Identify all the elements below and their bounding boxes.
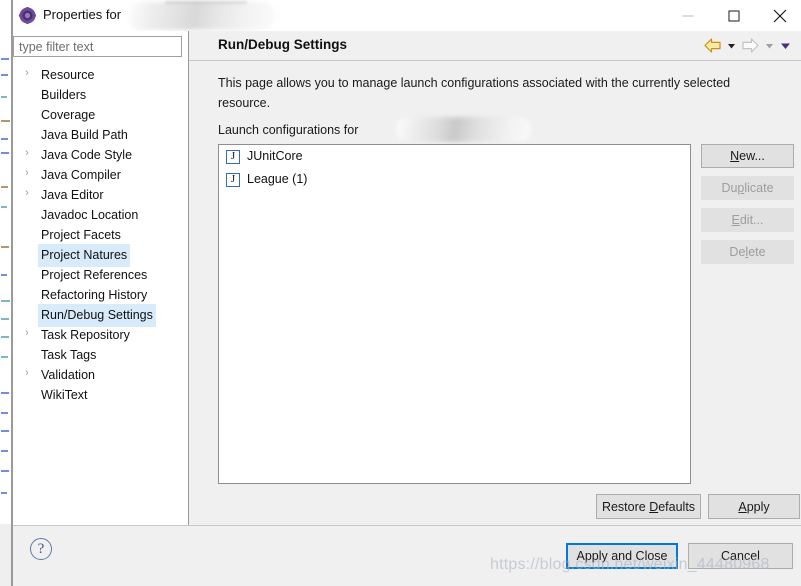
duplicate-button[interactable]: Duplicate bbox=[701, 176, 794, 200]
tree-item-refactoring-history[interactable]: Refactoring History bbox=[13, 284, 188, 304]
title-bar: Properties for bbox=[13, 0, 801, 31]
back-menu-chevron-down-icon[interactable] bbox=[725, 37, 738, 54]
java-launch-config-icon bbox=[226, 149, 240, 164]
tree-item-resource[interactable]: › Resource bbox=[13, 64, 188, 84]
tree-item-validation[interactable]: › Validation bbox=[13, 364, 188, 384]
page-header: Run/Debug Settings bbox=[189, 31, 801, 61]
apply-and-close-button[interactable]: Apply and Close bbox=[566, 543, 678, 569]
window-title: Properties for bbox=[43, 7, 122, 22]
forward-menu-chevron-down-icon bbox=[763, 37, 776, 54]
tree-item-wikitext[interactable]: WikiText bbox=[13, 384, 188, 404]
close-button[interactable] bbox=[757, 0, 801, 31]
list-item[interactable]: JUnitCore bbox=[219, 145, 690, 168]
page-navigation-group bbox=[703, 36, 792, 55]
new-button[interactable]: New... bbox=[701, 144, 794, 168]
launch-configurations-label: Launch configurations for bbox=[218, 123, 359, 137]
window-title-redacted-project-name bbox=[127, 2, 275, 30]
cancel-button[interactable]: Cancel bbox=[688, 543, 793, 569]
tree-item-builders[interactable]: Builders bbox=[13, 84, 188, 104]
edit-button[interactable]: Edit... bbox=[701, 208, 794, 232]
restore-defaults-button[interactable]: Restore Defaults bbox=[596, 494, 701, 519]
settings-sidebar: › Resource Builders Coverage Java Build … bbox=[13, 31, 189, 525]
tree-item-javadoc-location[interactable]: Javadoc Location bbox=[13, 204, 188, 224]
chevron-right-icon[interactable]: › bbox=[22, 164, 32, 184]
tree-item-java-build-path[interactable]: Java Build Path bbox=[13, 124, 188, 144]
chevron-right-icon[interactable]: › bbox=[22, 184, 32, 204]
tree-item-label: WikiText bbox=[41, 388, 88, 402]
java-launch-config-icon bbox=[226, 172, 240, 187]
tree-item-project-facets[interactable]: Project Facets bbox=[13, 224, 188, 244]
back-arrow-icon[interactable] bbox=[703, 37, 722, 54]
properties-dialog: Properties for › Resource bbox=[12, 0, 801, 586]
tree-item-java-compiler[interactable]: › Java Compiler bbox=[13, 164, 188, 184]
settings-page: Run/Debug Settings This page allows you … bbox=[189, 31, 801, 525]
delete-button[interactable]: Delete bbox=[701, 240, 794, 264]
tree-item-task-tags[interactable]: Task Tags bbox=[13, 344, 188, 364]
maximize-icon bbox=[728, 10, 739, 21]
tree-item-coverage[interactable]: Coverage bbox=[13, 104, 188, 124]
eclipse-properties-icon bbox=[19, 7, 36, 24]
page-description: This page allows you to manage launch co… bbox=[218, 76, 731, 110]
minimize-icon bbox=[682, 15, 693, 16]
close-icon bbox=[773, 9, 787, 23]
chevron-right-icon[interactable]: › bbox=[22, 64, 32, 84]
tree-item-run-debug-settings[interactable]: Run/Debug Settings bbox=[13, 304, 188, 327]
chevron-right-icon[interactable]: › bbox=[22, 144, 32, 164]
list-item-label: League (1) bbox=[247, 172, 308, 186]
tree-item-project-natures[interactable]: Project Natures bbox=[13, 244, 188, 267]
filter-input[interactable] bbox=[13, 36, 182, 57]
chevron-right-icon[interactable]: › bbox=[22, 324, 32, 344]
new-button-label-rest: ew... bbox=[739, 149, 765, 163]
list-item-label: JUnitCore bbox=[247, 149, 303, 163]
page-title: Run/Debug Settings bbox=[218, 37, 347, 52]
maximize-button[interactable] bbox=[711, 0, 756, 31]
apply-button[interactable]: Apply bbox=[708, 494, 800, 519]
launch-configurations-list[interactable]: JUnitCore League (1) bbox=[218, 144, 691, 484]
tree-item-task-repository[interactable]: › Task Repository bbox=[13, 324, 188, 344]
tree-item-java-code-style[interactable]: › Java Code Style bbox=[13, 144, 188, 164]
minimize-button[interactable] bbox=[665, 0, 710, 31]
view-menu-chevron-down-icon[interactable] bbox=[779, 37, 792, 54]
tree-item-project-references[interactable]: Project References bbox=[13, 264, 188, 284]
chevron-right-icon[interactable]: › bbox=[22, 364, 32, 384]
launch-label-redacted-project-name bbox=[396, 117, 531, 142]
launch-config-actions: New... Duplicate Edit... Delete bbox=[701, 144, 794, 272]
help-question-icon[interactable]: ? bbox=[30, 538, 52, 560]
tree-item-java-editor[interactable]: › Java Editor bbox=[13, 184, 188, 204]
forward-arrow-icon bbox=[741, 37, 760, 54]
dialog-footer: ? Apply and Close Cancel bbox=[13, 525, 801, 586]
settings-tree: › Resource Builders Coverage Java Build … bbox=[13, 64, 188, 525]
list-item[interactable]: League (1) bbox=[219, 168, 690, 191]
